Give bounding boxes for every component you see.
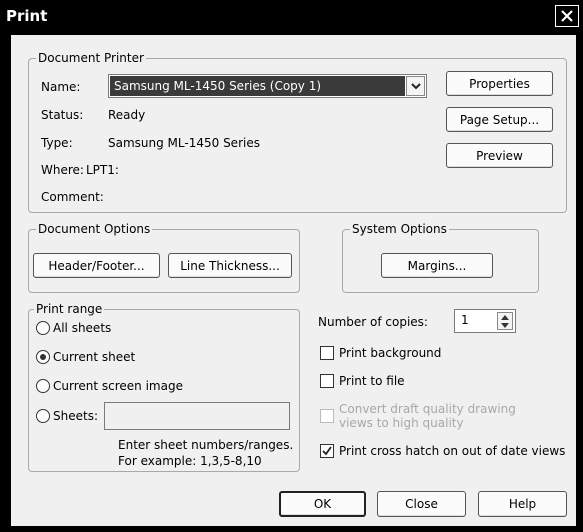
printer-name-select[interactable]: Samsung ML-1450 Series (Copy 1)	[108, 74, 427, 98]
radio-selected-dot	[40, 354, 46, 360]
line-thickness-button-label: Line Thickness...	[180, 258, 280, 273]
current-screen-image-radio[interactable]	[36, 379, 50, 393]
type-label: Type:	[41, 136, 73, 150]
close-button[interactable]: Close	[377, 491, 466, 517]
print-dialog: Print Document Printer Name: Samsung ML-…	[0, 0, 583, 532]
all-sheets-label[interactable]: All sheets	[53, 320, 111, 336]
all-sheets-radio[interactable]	[36, 321, 50, 335]
print-background-checkbox[interactable]	[320, 346, 334, 360]
window-frame-bottom	[0, 526, 583, 532]
status-value: Ready	[108, 108, 146, 122]
copies-spinner[interactable]: 1	[454, 309, 516, 333]
checkmark-icon	[322, 446, 332, 456]
ok-button-label: OK	[313, 497, 332, 511]
status-label: Status:	[41, 108, 84, 122]
sheets-hint-line1: Enter sheet numbers/ranges.	[118, 438, 294, 452]
preview-button[interactable]: Preview	[446, 143, 553, 168]
window-frame-right	[576, 35, 583, 532]
close-icon	[561, 10, 573, 22]
print-to-file-label[interactable]: Print to file	[339, 373, 405, 389]
close-button-label: Close	[405, 497, 438, 511]
margins-button[interactable]: Margins...	[381, 253, 493, 278]
sheets-radio[interactable]	[36, 409, 50, 423]
line-thickness-button[interactable]: Line Thickness...	[168, 253, 292, 278]
convert-draft-checkbox	[320, 409, 334, 423]
page-setup-button[interactable]: Page Setup...	[446, 107, 553, 132]
ok-button[interactable]: OK	[279, 491, 366, 517]
system-options-legend: System Options	[350, 222, 449, 236]
comment-label: Comment:	[41, 190, 104, 204]
document-printer-legend: Document Printer	[36, 51, 146, 65]
margins-button-label: Margins...	[407, 258, 467, 273]
help-button-label: Help	[508, 497, 537, 511]
convert-draft-label-line2: views to high quality	[339, 416, 464, 430]
print-cross-hatch-checkbox[interactable]	[320, 444, 334, 458]
print-background-label[interactable]: Print background	[339, 345, 441, 361]
current-sheet-label[interactable]: Current sheet	[53, 349, 135, 365]
print-to-file-checkbox[interactable]	[320, 374, 334, 388]
page-setup-button-label: Page Setup...	[459, 112, 540, 127]
type-value: Samsung ML-1450 Series	[108, 136, 260, 150]
copies-value: 1	[461, 313, 469, 327]
current-screen-image-label[interactable]: Current screen image	[53, 378, 183, 394]
printer-name-value: Samsung ML-1450 Series (Copy 1)	[110, 76, 405, 96]
copies-label: Number of copies:	[318, 315, 428, 329]
close-window-button[interactable]	[555, 5, 579, 27]
header-footer-button-label: Header/Footer...	[48, 258, 145, 273]
spinner-arrows-icon[interactable]	[497, 312, 513, 330]
print-range-legend: Print range	[34, 302, 105, 316]
sheets-label[interactable]: Sheets:	[53, 408, 98, 424]
window-title: Print	[6, 7, 48, 25]
document-options-legend: Document Options	[36, 222, 153, 236]
print-cross-hatch-label[interactable]: Print cross hatch on out of date views	[339, 443, 565, 459]
sheets-input[interactable]	[104, 402, 290, 430]
sheets-hint-line2: For example: 1,3,5-8,10	[118, 454, 262, 468]
chevron-down-icon[interactable]	[406, 76, 425, 96]
properties-button-label: Properties	[469, 76, 530, 91]
name-label: Name:	[41, 80, 81, 94]
help-button[interactable]: Help	[478, 491, 567, 517]
title-bar: Print	[0, 0, 583, 35]
preview-button-label: Preview	[476, 148, 523, 163]
header-footer-button[interactable]: Header/Footer...	[33, 253, 160, 278]
where-label: Where:	[41, 163, 84, 177]
where-value: LPT1:	[86, 163, 119, 177]
properties-button[interactable]: Properties	[446, 71, 553, 96]
current-sheet-radio[interactable]	[36, 350, 50, 364]
window-frame-left	[0, 35, 11, 532]
